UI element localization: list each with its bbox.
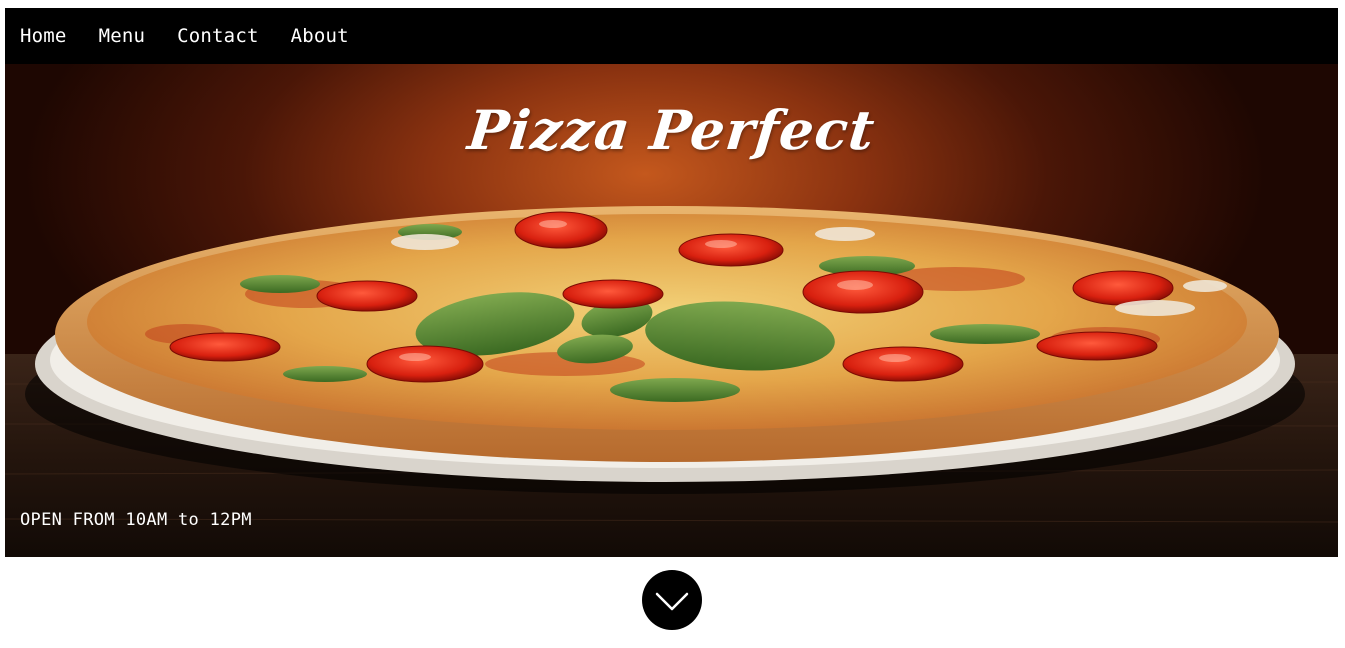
hero-title: Pizza Perfect [464, 98, 879, 162]
site-container: Home Menu Contact About Pizza Perfect OP… [5, 8, 1338, 557]
nav-link-about[interactable]: About [291, 25, 349, 47]
nav-link-contact[interactable]: Contact [177, 25, 258, 47]
hero-banner: Pizza Perfect OPEN FROM 10AM to 12PM [5, 64, 1338, 557]
opening-hours: OPEN FROM 10AM to 12PM [20, 510, 252, 530]
chevron-down-icon [655, 592, 689, 611]
scroll-down-button[interactable] [642, 570, 702, 630]
page: Home Menu Contact About Pizza Perfect OP… [0, 0, 1345, 648]
nav-link-menu[interactable]: Menu [99, 25, 146, 47]
nav-link-home[interactable]: Home [20, 25, 67, 47]
top-nav: Home Menu Contact About [5, 8, 1338, 64]
